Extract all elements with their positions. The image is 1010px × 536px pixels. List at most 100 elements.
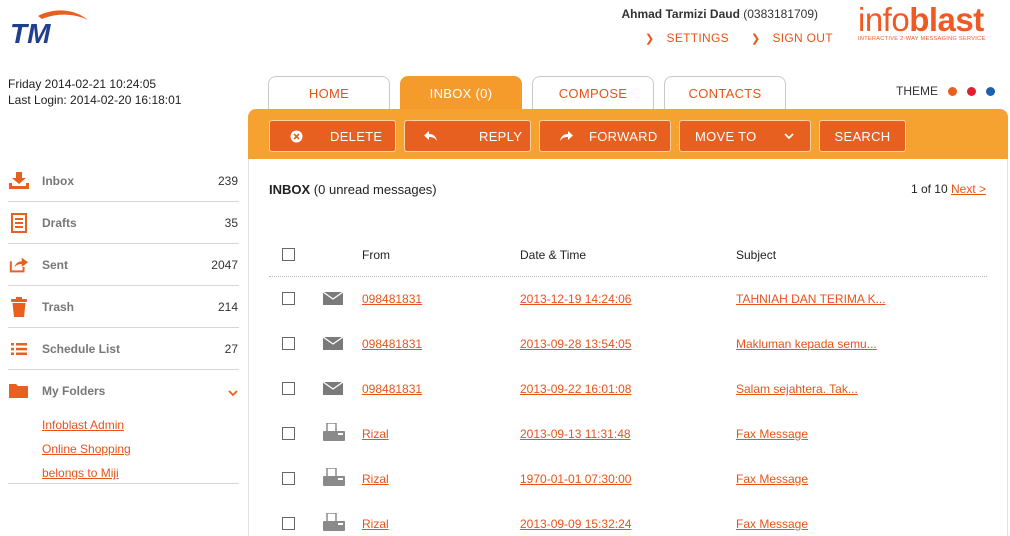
row-checkbox[interactable] xyxy=(282,517,295,530)
settings-label: SETTINGS xyxy=(666,31,729,45)
row-from[interactable]: 098481831 xyxy=(362,337,422,351)
share-arrow-icon xyxy=(9,255,29,275)
forward-arrow-icon xyxy=(559,129,573,143)
tab-home[interactable]: HOME xyxy=(268,76,390,109)
table-row[interactable]: Rizal 2013-09-13 11:31:48 Fax Message xyxy=(269,422,987,472)
row-from[interactable]: 098481831 xyxy=(362,292,422,306)
sidebar-item-inbox[interactable]: Inbox 239 xyxy=(8,160,239,202)
chevron-down-icon xyxy=(228,386,238,400)
tab-contacts[interactable]: CONTACTS xyxy=(664,76,786,109)
reply-button[interactable]: REPLY xyxy=(404,120,531,152)
row-checkbox[interactable] xyxy=(282,382,295,395)
row-checkbox[interactable] xyxy=(282,472,295,485)
session-info: Friday 2014-02-21 10:24:05 Last Login: 2… xyxy=(8,76,181,108)
user-name: Ahmad Tarmizi Daud xyxy=(621,7,740,21)
sidebar-item-label: Drafts xyxy=(42,215,77,230)
row-subject[interactable]: Salam sejahtera. Tak... xyxy=(736,382,858,396)
current-datetime: Friday 2014-02-21 10:24:05 xyxy=(8,77,157,91)
sidebar-item-count: 35 xyxy=(224,215,238,230)
brand-tagline: INTERACTIVE 2-WAY MESSAGING SERVICE xyxy=(858,36,986,42)
theme-picker: THEME xyxy=(896,84,995,98)
sidebar-item-schedule-list[interactable]: Schedule List 27 xyxy=(8,328,239,370)
theme-blue-dot[interactable] xyxy=(986,86,995,96)
row-checkbox[interactable] xyxy=(282,337,295,350)
row-date[interactable]: 1970-01-01 07:30:00 xyxy=(520,472,631,486)
sidebar-item-trash[interactable]: Trash 214 xyxy=(8,286,239,328)
page-indicator: 1 of 10 xyxy=(910,182,948,196)
folder-link[interactable]: belongs to Miji xyxy=(42,466,119,480)
row-date[interactable]: 2013-12-19 14:24:06 xyxy=(520,292,631,306)
fax-icon xyxy=(323,512,345,534)
sidebar-item-sent[interactable]: Sent 2047 xyxy=(8,244,239,286)
row-subject[interactable]: TAHNIAH DAN TERIMA K... xyxy=(736,292,886,306)
brand-part2: blast xyxy=(909,1,984,38)
forward-button[interactable]: FORWARD xyxy=(539,120,671,152)
folder-link[interactable]: Infoblast Admin xyxy=(42,418,124,432)
theme-red-dot[interactable] xyxy=(967,86,976,96)
message-table-header: From Date & Time Subject xyxy=(269,240,987,277)
brand-part1: info xyxy=(858,1,910,38)
trash-icon xyxy=(9,296,29,317)
chevron-down-icon xyxy=(782,129,796,143)
tab-compose[interactable]: COMPOSE xyxy=(532,76,654,109)
row-date[interactable]: 2013-09-13 11:31:48 xyxy=(520,427,631,441)
inbox-download-icon xyxy=(9,171,29,191)
document-icon xyxy=(9,212,29,233)
envelope-icon xyxy=(322,336,344,353)
settings-link[interactable]: ❯ SETTINGS xyxy=(645,31,729,45)
main-tabs: HOME INBOX (0) COMPOSE CONTACTS xyxy=(268,76,786,110)
search-button[interactable]: SEARCH xyxy=(819,120,906,152)
table-row[interactable]: 098481831 2013-12-19 14:24:06 TAHNIAH DA… xyxy=(269,291,987,337)
forward-label: FORWARD xyxy=(589,128,658,144)
move-to-label: MOVE TO xyxy=(695,128,757,144)
reply-arrow-icon xyxy=(424,129,438,143)
sidebar-item-label: Sent xyxy=(42,257,69,272)
delete-button[interactable]: DELETE xyxy=(269,120,396,152)
close-circle-icon xyxy=(289,129,303,143)
folder-link[interactable]: Online Shopping xyxy=(42,442,131,456)
table-row[interactable]: 098481831 2013-09-22 16:01:08 Salam seja… xyxy=(269,381,987,427)
folder-title: INBOX (0 unread messages) xyxy=(269,182,437,197)
row-subject[interactable]: Fax Message xyxy=(736,427,808,441)
my-folders-section: My Folders Infoblast Admin Online Shoppi… xyxy=(8,370,239,484)
row-subject[interactable]: Fax Message xyxy=(736,517,808,531)
table-row[interactable]: 098481831 2013-09-28 13:54:05 Makluman k… xyxy=(269,336,987,382)
sign-out-link[interactable]: ❯ SIGN OUT xyxy=(751,31,833,45)
user-phone: (0383181709) xyxy=(743,7,818,21)
row-subject[interactable]: Fax Message xyxy=(736,472,808,486)
row-from[interactable]: 098481831 xyxy=(362,382,422,396)
header-date: Date & Time xyxy=(520,248,587,262)
row-date[interactable]: 2013-09-09 15:32:24 xyxy=(520,517,631,531)
select-all-checkbox[interactable] xyxy=(282,248,295,261)
theme-label: THEME xyxy=(896,84,938,98)
row-checkbox[interactable] xyxy=(282,292,295,305)
sidebar: Inbox 239 Drafts 35 Sent 2047 Trash 214 … xyxy=(8,160,239,484)
envelope-icon xyxy=(322,381,344,398)
inbox-title: INBOX xyxy=(269,182,311,197)
envelope-icon xyxy=(322,291,344,308)
row-checkbox[interactable] xyxy=(282,427,295,440)
row-date[interactable]: 2013-09-28 13:54:05 xyxy=(520,337,631,351)
table-row[interactable]: Rizal 1970-01-01 07:30:00 Fax Message xyxy=(269,467,987,517)
fax-icon xyxy=(323,467,345,489)
infoblast-logo: infoblast INTERACTIVE 2-WAY MESSAGING SE… xyxy=(858,1,1006,43)
sidebar-item-label: Schedule List xyxy=(42,341,121,356)
next-page-link[interactable]: Next > xyxy=(951,182,986,196)
theme-orange-dot[interactable] xyxy=(948,86,957,96)
row-subject[interactable]: Makluman kepada semu... xyxy=(736,337,877,351)
row-date[interactable]: 2013-09-22 16:01:08 xyxy=(520,382,631,396)
table-row[interactable]: Rizal 2013-09-09 15:32:24 Fax Message xyxy=(269,512,987,536)
tab-inbox[interactable]: INBOX (0) xyxy=(400,76,522,110)
my-folders-label: My Folders xyxy=(42,384,106,398)
search-label: SEARCH xyxy=(834,128,891,144)
row-from[interactable]: Rizal xyxy=(362,427,389,441)
sidebar-item-label: Trash xyxy=(42,299,75,314)
unread-count: (0 unread messages) xyxy=(313,182,437,197)
row-from[interactable]: Rizal xyxy=(362,517,389,531)
action-toolbar: DELETE REPLY FORWARD MOVE TO SEARCH xyxy=(248,109,1008,159)
row-from[interactable]: Rizal xyxy=(362,472,389,486)
sidebar-item-drafts[interactable]: Drafts 35 xyxy=(8,202,239,244)
user-info: Ahmad Tarmizi Daud (0383181709) xyxy=(621,7,818,21)
move-to-dropdown[interactable]: MOVE TO xyxy=(679,120,811,152)
my-folders-toggle[interactable]: My Folders xyxy=(8,370,239,412)
